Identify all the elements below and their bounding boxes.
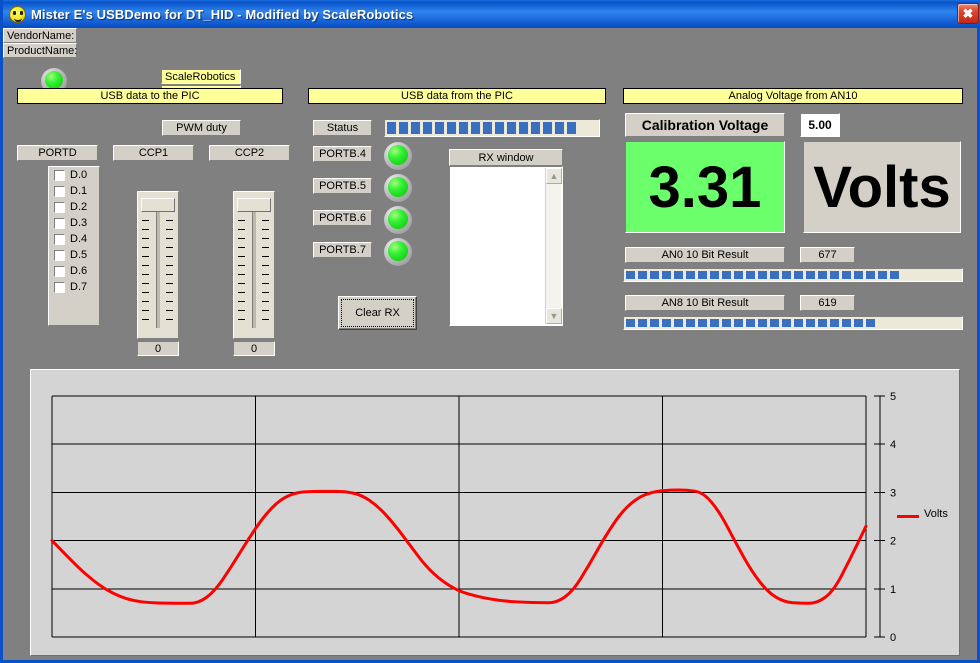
portd-header: PORTD — [17, 145, 98, 161]
checkbox-label: D.7 — [70, 281, 87, 293]
chevron-down-icon[interactable]: ▼ — [546, 308, 562, 324]
led-lamp — [388, 177, 408, 197]
list-item[interactable]: D.5 — [49, 247, 99, 263]
window-title: Mister E's USBDemo for DT_HID - Modified… — [31, 7, 413, 22]
svg-text:5: 5 — [890, 391, 896, 403]
portb6-label: PORTB.6 — [313, 210, 372, 226]
application-window: Mister E's USBDemo for DT_HID - Modified… — [0, 0, 980, 663]
portb4-led — [384, 142, 412, 170]
checkbox-d6[interactable] — [54, 266, 65, 277]
portb5-label: PORTB.5 — [313, 178, 372, 194]
checkbox-d2[interactable] — [54, 202, 65, 213]
list-item[interactable]: D.4 — [49, 231, 99, 247]
client-area: VendorName: ScaleRobotics ProductName: C… — [3, 28, 977, 660]
voltage-chart: 0 1 2 3 4 5 — [31, 370, 959, 655]
ccp2-header: CCP2 — [209, 145, 290, 161]
calibration-voltage-input[interactable]: 5.00 — [800, 113, 840, 137]
legend-color-swatch — [897, 515, 919, 518]
checkbox-label: D.4 — [70, 233, 87, 245]
vendor-name-value: ScaleRobotics — [161, 69, 241, 84]
svg-text:0: 0 — [890, 632, 896, 644]
slider-ticks-right — [262, 202, 270, 330]
slider-thumb[interactable] — [237, 198, 271, 212]
vendor-name-label: VendorName: — [3, 28, 77, 43]
portb5-led — [384, 174, 412, 202]
svg-text:4: 4 — [890, 439, 896, 451]
legend-label: Volts — [924, 508, 948, 520]
checkbox-label: D.3 — [70, 217, 87, 229]
pwm-duty-label: PWM duty — [162, 120, 241, 136]
checkbox-label: D.6 — [70, 265, 87, 277]
checkbox-label: D.2 — [70, 201, 87, 213]
svg-text:1: 1 — [890, 584, 896, 596]
rx-window[interactable]: ▲ ▼ — [449, 166, 563, 326]
smiley-face-icon — [9, 6, 26, 23]
ccp2-value: 0 — [233, 341, 275, 356]
rx-window-title: RX window — [449, 149, 563, 166]
portb7-led — [384, 238, 412, 266]
product-name-label: ProductName: — [3, 43, 77, 58]
list-item[interactable]: D.6 — [49, 263, 99, 279]
list-item[interactable]: D.2 — [49, 199, 99, 215]
title-bar: Mister E's USBDemo for DT_HID - Modified… — [3, 0, 980, 28]
analog-voltage-banner: Analog Voltage from AN10 — [623, 88, 963, 104]
checkbox-label: D.0 — [70, 169, 87, 181]
an8-result-label: AN8 10 Bit Result — [625, 295, 785, 311]
led-lamp — [388, 209, 408, 229]
checkbox-d7[interactable] — [54, 282, 65, 293]
checkbox-label: D.1 — [70, 185, 87, 197]
led-lamp — [45, 71, 63, 89]
checkbox-label: D.5 — [70, 249, 87, 261]
list-item[interactable]: D.0 — [49, 167, 99, 183]
status-progress-bar — [384, 119, 600, 137]
led-lamp — [388, 241, 408, 261]
voltage-readout: 3.31 — [625, 141, 785, 233]
slider-ticks-right — [166, 202, 174, 330]
checkbox-d1[interactable] — [54, 186, 65, 197]
status-label: Status — [313, 120, 372, 136]
slider-track — [252, 206, 256, 328]
an0-result-value: 677 — [800, 247, 855, 263]
an8-progress-bar — [623, 316, 963, 330]
calibration-voltage-label: Calibration Voltage — [625, 113, 785, 137]
voltage-unit-readout: Volts — [803, 141, 961, 233]
checkbox-d4[interactable] — [54, 234, 65, 245]
an0-result-label: AN0 10 Bit Result — [625, 247, 785, 263]
ccp1-header: CCP1 — [113, 145, 194, 161]
svg-text:3: 3 — [890, 487, 896, 499]
slider-ticks-left — [142, 202, 150, 330]
portb4-label: PORTB.4 — [313, 146, 372, 162]
ccp1-slider[interactable] — [137, 191, 179, 339]
close-icon[interactable]: ✖ — [957, 3, 979, 24]
checkbox-d3[interactable] — [54, 218, 65, 229]
clear-rx-label: Clear RX — [341, 299, 414, 327]
led-lamp — [388, 145, 408, 165]
list-item[interactable]: D.7 — [49, 279, 99, 295]
svg-text:2: 2 — [890, 536, 896, 548]
an8-result-value: 619 — [800, 295, 855, 311]
portb7-label: PORTB.7 — [313, 242, 372, 258]
usb-from-pic-banner: USB data from the PIC — [308, 88, 606, 104]
list-item[interactable]: D.3 — [49, 215, 99, 231]
portb6-led — [384, 206, 412, 234]
ccp1-value: 0 — [137, 341, 179, 356]
slider-ticks-left — [238, 202, 246, 330]
clear-rx-button[interactable]: Clear RX — [338, 296, 417, 330]
chevron-up-icon[interactable]: ▲ — [546, 168, 562, 184]
list-item[interactable]: D.1 — [49, 183, 99, 199]
an0-progress-bar — [623, 268, 963, 282]
checkbox-d0[interactable] — [54, 170, 65, 181]
checkbox-d5[interactable] — [54, 250, 65, 261]
slider-thumb[interactable] — [141, 198, 175, 212]
rx-scrollbar[interactable]: ▲ ▼ — [545, 168, 561, 324]
voltage-chart-panel: 0 1 2 3 4 5 Volts — [30, 369, 960, 656]
usb-to-pic-banner: USB data to the PIC — [17, 88, 283, 104]
slider-track — [156, 206, 160, 328]
portd-checkbox-group: D.0 D.1 D.2 D.3 D.4 D.5 — [48, 166, 100, 326]
ccp2-slider[interactable] — [233, 191, 275, 339]
